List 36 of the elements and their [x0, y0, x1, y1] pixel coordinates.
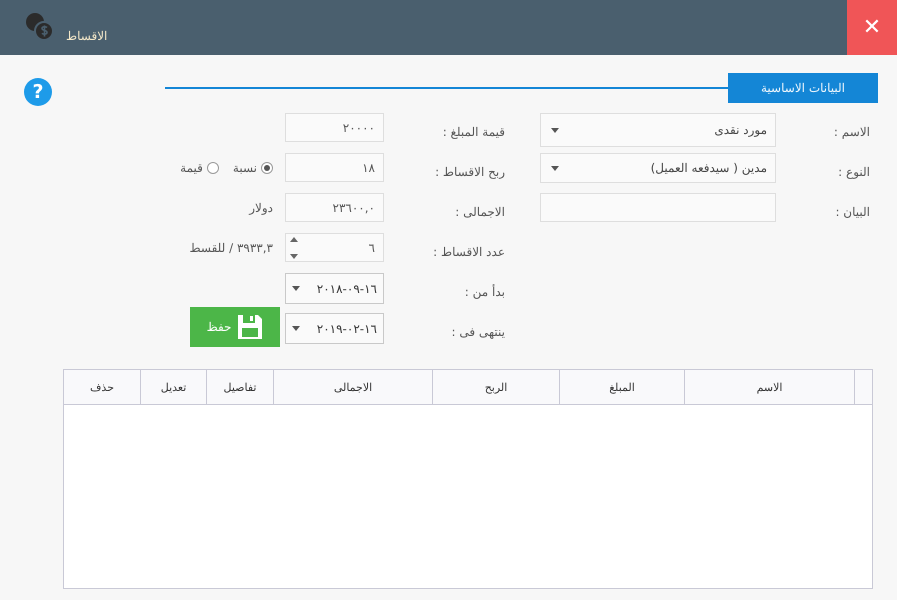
caret-icon: [292, 286, 300, 291]
field-label: النوع :: [837, 164, 871, 181]
installment-amount: ٣٩٣٣,٣ / للقسط: [189, 240, 273, 254]
column-header: تفاصيل: [206, 370, 273, 404]
field-label: الاجمالى :: [454, 204, 505, 221]
field-label: قيمة المبلغ :: [442, 124, 505, 141]
currency-label: دولار: [249, 200, 273, 214]
column-header: الربح: [432, 370, 559, 404]
start-date-picker[interactable]: ١٦-٠٩-٢٠١٨: [285, 273, 384, 304]
field-label: البيان :: [834, 204, 871, 221]
caret-icon: [551, 166, 559, 170]
column-header: الاجمالى: [273, 370, 432, 404]
radio-option[interactable]: قيمة: [180, 160, 219, 174]
column-header: حذف: [89, 380, 115, 396]
field-label: عدد الاقساط :: [432, 244, 505, 261]
name-dropdown[interactable]: مورد نقدى: [540, 113, 776, 147]
field-label: ينتهى فى :: [450, 324, 505, 341]
column-header: المبلغ: [559, 370, 684, 404]
count-spinner[interactable]: ٦: [285, 233, 384, 262]
caret-icon: [292, 326, 300, 331]
end-date-picker[interactable]: ١٦-٠٢-٢٠١٩: [285, 313, 384, 344]
column-header: الاسم: [684, 370, 854, 404]
profit-field[interactable]: ١٨: [285, 153, 384, 182]
field-label: بدأ من :: [464, 283, 505, 301]
field-label: ربح الاقساط :: [434, 164, 505, 181]
radio-option[interactable]: نسبة: [232, 160, 273, 174]
window-title: الاقساط: [66, 29, 108, 43]
type-dropdown[interactable]: مدين ( سيدفعه العميل): [540, 153, 776, 183]
statement-field[interactable]: [540, 193, 776, 222]
caret-icon: [551, 128, 559, 132]
field-label: الاسم :: [832, 124, 871, 141]
spin-arrows-icon[interactable]: [290, 236, 298, 258]
section-tab[interactable]: البيانات الاساسية: [728, 73, 878, 103]
amount-field[interactable]: ٢٠٠٠٠: [285, 113, 384, 142]
column-header: تعديل: [140, 370, 206, 404]
total-field[interactable]: ٢٣٦٠٠,٠: [285, 193, 384, 222]
